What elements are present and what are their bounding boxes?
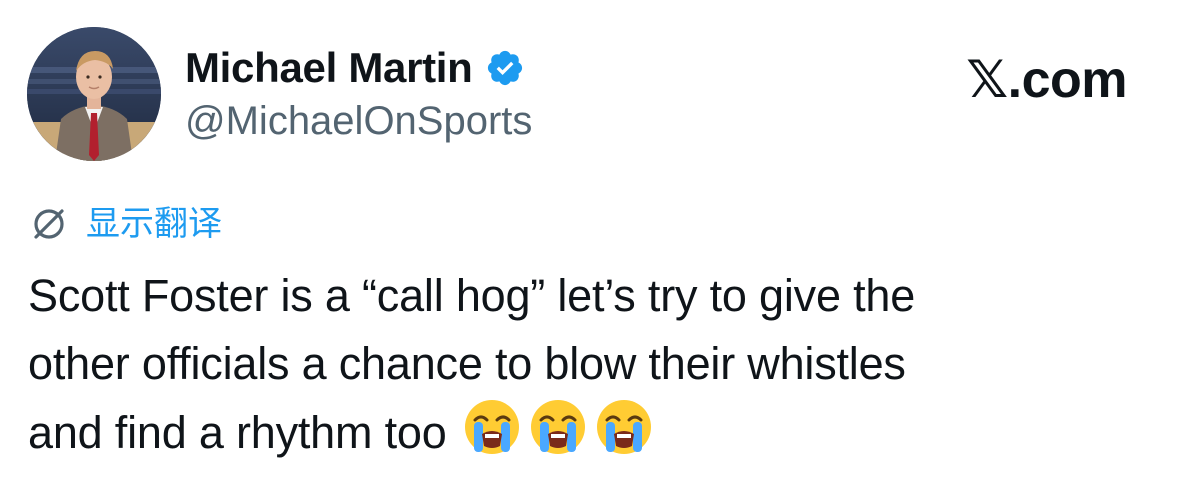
show-translation-row[interactable]: 显示翻译 [30,202,222,246]
show-translation-link[interactable]: 显示翻译 [86,202,222,246]
author-name-row: Michael Martin [185,44,525,92]
x-com-logo: 𝕏.com [966,51,1127,109]
tweet-line-3: and find a rhythm too [28,398,1148,467]
verified-badge-icon[interactable] [485,48,525,88]
tweet-line-2: other officials a chance to blow their w… [28,338,906,389]
globe-slash-icon [30,205,68,243]
author-display-name[interactable]: Michael Martin [185,44,473,92]
tweet-text: Scott Foster is a “call hog” let’s try t… [28,262,1148,467]
loudly-crying-face-icon [595,398,653,456]
loudly-crying-face-icon [529,398,587,456]
avatar-photo [27,27,161,161]
author-handle[interactable]: @MichaelOnSports [185,98,532,144]
avatar[interactable] [27,27,161,161]
loudly-crying-face-icon [463,398,521,456]
tweet-line-1: Scott Foster is a “call hog” let’s try t… [28,270,916,321]
tweet-line-3-text: and find a rhythm too [28,407,447,458]
